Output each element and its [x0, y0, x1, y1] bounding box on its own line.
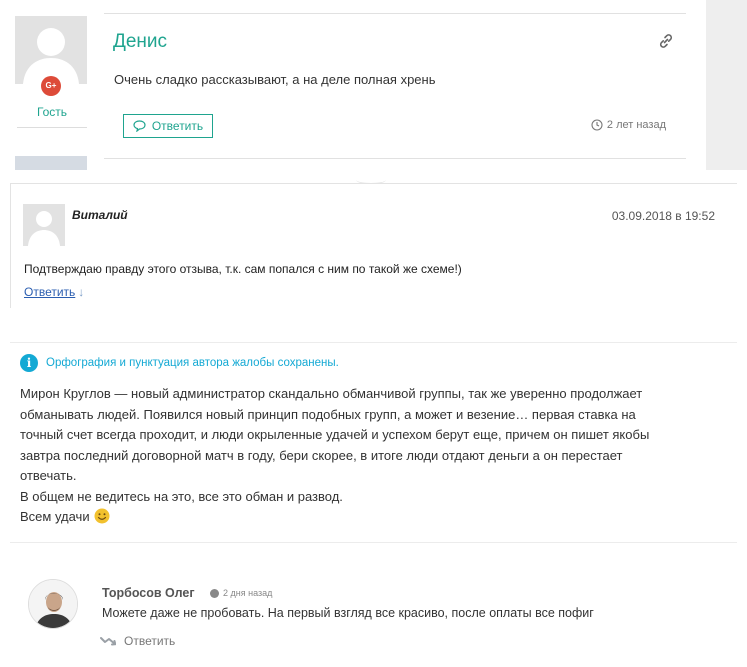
divider	[17, 127, 87, 128]
info-icon: i	[20, 354, 38, 372]
reply-label: Ответить	[24, 285, 76, 299]
default-avatar-icon	[15, 16, 87, 84]
author-name: Виталий	[72, 208, 128, 222]
user-photo	[29, 580, 77, 628]
complaint-line: обманывать людей. Появился новый принцип…	[20, 406, 636, 422]
arrow-down-icon: ↓	[78, 285, 85, 299]
reply-arrow-icon	[100, 636, 116, 645]
author-name: Денис	[113, 31, 168, 52]
review-text: Подтверждаю правду этого отзыва, т.к. са…	[24, 262, 462, 276]
avatar	[23, 204, 65, 246]
complaint-line: отвечать.	[20, 468, 77, 483]
user-role: Гость	[36, 105, 68, 119]
avatar	[15, 16, 87, 84]
complaint-line: В общем не ведитесь на это, все это обма…	[20, 488, 343, 504]
complaint-line: завтра последний договорной матч в году,…	[20, 447, 623, 463]
complaint-line: Всем удачи	[20, 507, 720, 528]
complaint-line: точный счет всегда проходит, и люди окры…	[20, 427, 650, 442]
sidebar-strip	[706, 0, 747, 170]
link-icon[interactable]	[658, 33, 674, 49]
review-card-3: Торбосов Олег 2 дня назад Можете даже не…	[0, 545, 747, 667]
complaint-line: Мирон Круглов — новый администратор скан…	[20, 386, 643, 401]
notice-text: Орфография и пунктуация автора жалобы со…	[46, 357, 339, 369]
reply-button[interactable]: Ответить	[100, 634, 175, 648]
time-text: 2 дня назад	[223, 588, 273, 598]
complaint-block: i Орфография и пунктуация автора жалобы …	[0, 320, 747, 545]
reply-label: Ответить	[124, 634, 176, 648]
divider	[10, 183, 11, 308]
clock-icon	[210, 588, 219, 598]
next-avatar	[15, 156, 87, 170]
default-avatar-icon	[23, 204, 65, 246]
clock-icon	[591, 119, 603, 131]
divider	[10, 542, 737, 543]
review-text: Можете даже не пробовать. На первый взгл…	[102, 606, 594, 620]
author-name: Торбосов Олег	[102, 586, 195, 600]
review-card-2: Виталий 03.09.2018 в 19:52 Подтверждаю п…	[0, 170, 747, 320]
timestamp: 03.09.2018 в 19:52	[611, 209, 715, 223]
review-body: Денис Очень сладко рассказывают, а на де…	[104, 13, 686, 159]
google-plus-badge: G+	[41, 76, 61, 96]
complaint-last-line: Всем удачи	[20, 509, 90, 524]
reply-link[interactable]: Ответить ↓	[24, 285, 84, 299]
reply-label: Ответить	[151, 119, 204, 133]
reply-button[interactable]: Ответить	[123, 114, 213, 138]
smile-emoji	[94, 508, 110, 524]
divider	[10, 183, 737, 184]
review-text: Очень сладко рассказывают, а на деле пол…	[114, 72, 436, 87]
complaint-text: Мирон Круглов — новый администратор скан…	[20, 384, 720, 528]
time-text: 2 лет назад	[606, 119, 666, 131]
timestamp: 2 лет назад	[591, 119, 666, 131]
avatar	[28, 579, 78, 629]
timestamp: 2 дня назад	[210, 588, 272, 598]
comment-icon	[133, 120, 146, 132]
divider	[10, 342, 737, 343]
review-card-1: G+ Гость Денис Очень сладко рассказывают…	[0, 0, 747, 170]
